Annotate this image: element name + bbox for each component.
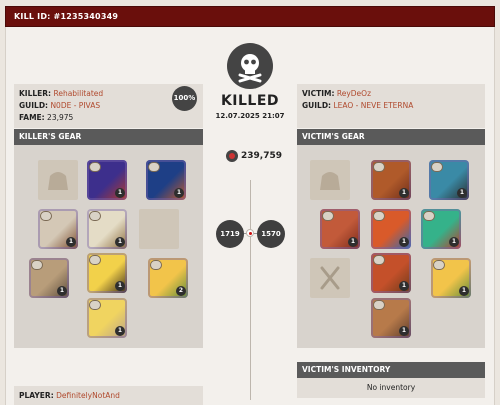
- bag-icon: [38, 160, 78, 200]
- victim-guild-link[interactable]: LEAO - NEVE ETERNA: [333, 101, 413, 110]
- item-quantity: 1: [399, 326, 409, 336]
- item-quantity: 1: [399, 188, 409, 198]
- killer-slot-head[interactable]: 1: [87, 160, 127, 200]
- item-quantity: 1: [399, 237, 409, 247]
- victim-slot-offhand[interactable]: 1: [421, 209, 461, 249]
- tier-badge-icon: [89, 211, 101, 221]
- victim-slot-mainhand[interactable]: 1: [320, 209, 360, 249]
- victim-slot-armor[interactable]: 1: [371, 209, 411, 249]
- tier-badge-icon: [322, 211, 334, 221]
- victim-gear-title: VICTIM'S GEAR: [297, 129, 485, 145]
- damage-percent-badge: 100%: [172, 86, 197, 111]
- item-quantity: 1: [115, 188, 125, 198]
- item-quantity: 1: [174, 188, 184, 198]
- killer-slot-shoes[interactable]: 1: [87, 253, 127, 293]
- tier-badge-icon: [31, 260, 43, 270]
- victim-slot-cape[interactable]: 1: [429, 160, 469, 200]
- victim-slot-bag[interactable]: [310, 160, 350, 200]
- killer-slot-armor[interactable]: 1: [87, 209, 127, 249]
- killer-slot-food[interactable]: 2: [148, 258, 188, 298]
- victim-inventory-empty: No inventory: [297, 378, 485, 398]
- tier-badge-icon: [148, 162, 160, 172]
- food-icon: [310, 258, 350, 298]
- tier-badge-icon: [150, 260, 162, 270]
- killer-slot-offhand[interactable]: [139, 209, 179, 249]
- tier-badge-icon: [423, 211, 435, 221]
- killer-slot-mainhand[interactable]: 1: [38, 209, 78, 249]
- killer-name-link[interactable]: Rehabilitated: [53, 89, 103, 98]
- fame-icon: [226, 150, 238, 162]
- victim-slot-shoes[interactable]: 1: [371, 253, 411, 293]
- total-fame-value: 239,759: [241, 151, 282, 161]
- tier-badge-icon: [431, 162, 443, 172]
- killer-fame: 23,975: [47, 113, 74, 122]
- item-quantity: 1: [57, 286, 67, 296]
- offhand-icon: [139, 209, 179, 249]
- victim-slot-mount[interactable]: 1: [371, 298, 411, 338]
- item-quantity: 1: [115, 281, 125, 291]
- player-name-link[interactable]: DefinitelyNotAnd: [56, 391, 120, 400]
- tier-badge-icon: [373, 300, 385, 310]
- item-quantity: 2: [176, 286, 186, 296]
- victim-item-power: 1570: [257, 220, 285, 248]
- kill-id-header: KILL ID: #1235340349: [5, 6, 495, 27]
- item-quantity: 1: [459, 286, 469, 296]
- item-quantity: 1: [449, 237, 459, 247]
- victim-name-link[interactable]: ReyDeOz: [337, 89, 371, 98]
- total-fame: 239,759: [226, 149, 282, 163]
- killer-slot-bag[interactable]: [38, 160, 78, 200]
- tier-badge-icon: [89, 162, 101, 172]
- killer-slot-mount[interactable]: 1: [87, 298, 127, 338]
- killer-slot-potion[interactable]: 1: [29, 258, 69, 298]
- bag-icon: [310, 160, 350, 200]
- tier-badge-icon: [89, 255, 101, 265]
- item-quantity: 1: [66, 237, 76, 247]
- victim-slot-potion[interactable]: [310, 258, 350, 298]
- item-quantity: 1: [399, 281, 409, 291]
- victim-info: VICTIM: ReyDeOz GUILD: LEAO - NEVE ETERN…: [297, 84, 485, 128]
- tier-badge-icon: [433, 260, 445, 270]
- skull-icon: [227, 43, 273, 89]
- kill-datetime: 12.07.2025 21:07: [215, 112, 285, 120]
- player-row: PLAYER: DefinitelyNotAnd: [14, 386, 203, 405]
- item-quantity: 1: [115, 326, 125, 336]
- victim-slot-head[interactable]: 1: [371, 160, 411, 200]
- killer-slot-cape[interactable]: 1: [146, 160, 186, 200]
- tier-badge-icon: [40, 211, 52, 221]
- victim-inventory-title: VICTIM'S INVENTORY: [297, 362, 485, 378]
- center-divider: [250, 180, 251, 400]
- killer-guild-link[interactable]: N0DE - PIVAS: [50, 101, 100, 110]
- kill-status: KILLED: [220, 93, 280, 109]
- item-quantity: 1: [115, 237, 125, 247]
- item-quantity: 1: [457, 188, 467, 198]
- tier-badge-icon: [373, 211, 385, 221]
- item-quantity: 1: [348, 237, 358, 247]
- ip-center-dot: [246, 229, 254, 237]
- tier-badge-icon: [373, 255, 385, 265]
- victim-slot-food[interactable]: 1: [431, 258, 471, 298]
- killer-gear-title: KILLER'S GEAR: [14, 129, 203, 145]
- tier-badge-icon: [89, 300, 101, 310]
- killer-item-power: 1719: [216, 220, 244, 248]
- tier-badge-icon: [373, 162, 385, 172]
